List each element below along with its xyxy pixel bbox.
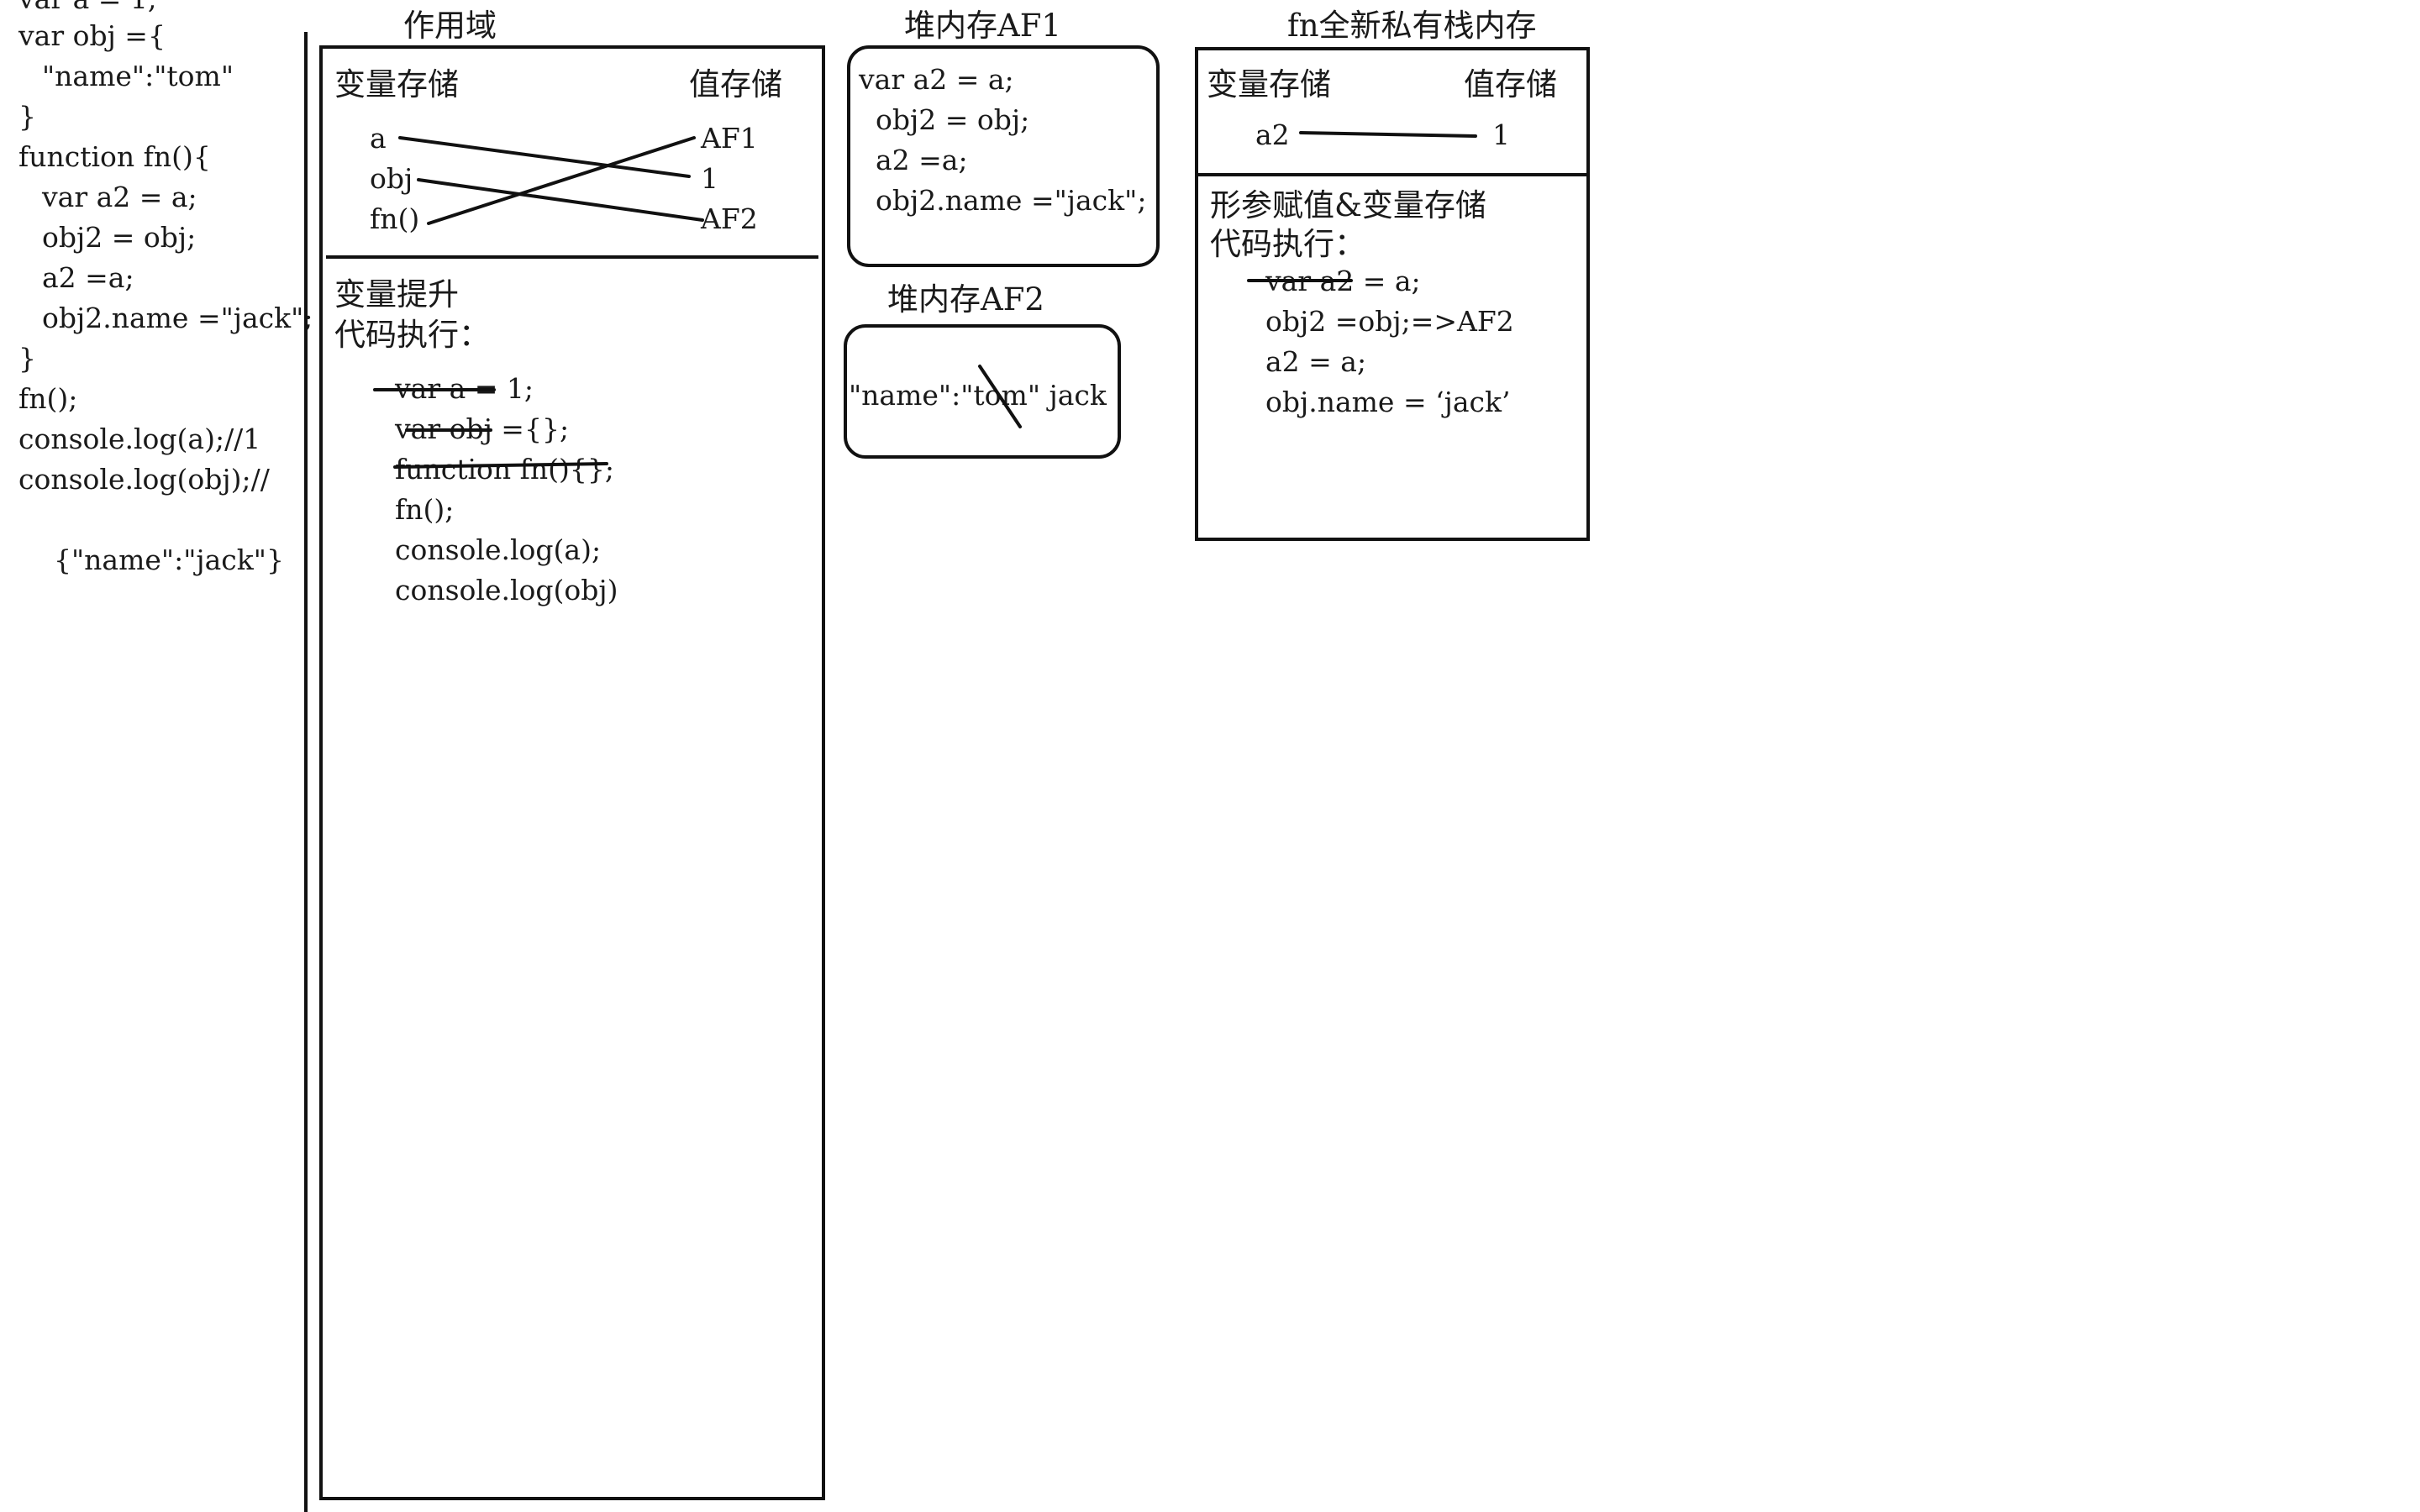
heap-af2-content: "name":"tom" jack: [849, 381, 1107, 409]
fn-exec-line: obj2 =obj;=>AF2: [1265, 305, 1514, 338]
fn-stack-divider: [1198, 173, 1586, 176]
console-result: {"name":"jack"}: [54, 543, 284, 576]
divider: [304, 32, 308, 1512]
fn-val-store-label: 值存储: [1464, 66, 1557, 102]
code-line: fn();: [18, 382, 78, 415]
heap-af1-line: obj2 = obj;: [876, 103, 1030, 136]
fn-exec-line: var a2 = a;: [1265, 265, 1421, 297]
scope-exec-line: var obj ={};: [395, 412, 570, 445]
heap-af1-line: obj2.name ="jack";: [876, 184, 1147, 217]
code-line: obj2 = obj;: [42, 221, 197, 254]
heap-af1-line: var a2 = a;: [859, 63, 1014, 96]
code-line: function fn(){: [18, 140, 211, 173]
scope-val-store-label: 值存储: [689, 66, 782, 102]
code-line: var obj ={: [18, 19, 166, 52]
heap-af2-text: "name":"to: [849, 379, 1002, 412]
fn-exec-label: 代码执行：: [1210, 226, 1365, 262]
fn-val: 1: [1492, 118, 1510, 151]
fn-stack-title: fn全新私有栈内存: [1287, 8, 1537, 44]
fn-var: a2: [1255, 118, 1290, 151]
code-line: console.log(obj);//: [18, 463, 270, 496]
scope-exec-label: 代码执行：: [334, 317, 490, 353]
scope-var: fn(): [370, 202, 420, 235]
fn-exec-line: obj.name = ‘jack’: [1265, 386, 1511, 418]
scope-exec-line: var a = 1;: [395, 372, 534, 405]
scope-box: [319, 45, 825, 1500]
scope-title: 作用域: [403, 8, 497, 44]
scope-var-store-label: 变量存储: [334, 66, 459, 102]
scope-exec-line: function fn(){};: [395, 453, 614, 486]
param-label: 形参赋值&变量存储: [1210, 187, 1486, 223]
heap-af2-title: 堆内存AF2: [887, 281, 1044, 318]
hoist-label: 变量提升: [334, 276, 459, 312]
code-line: "name":"tom": [42, 60, 234, 92]
scope-val: AF1: [701, 122, 758, 155]
scope-exec-line: console.log(a);: [395, 533, 602, 566]
heap-af1-line: a2 =a;: [876, 144, 968, 176]
code-line: obj2.name ="jack";: [42, 302, 313, 334]
code-line: console.log(a);//1: [18, 423, 261, 455]
scope-var: a: [370, 122, 387, 155]
code-line: var a2 = a;: [42, 181, 197, 213]
scope-divider: [326, 255, 818, 259]
heap-af1-title: 堆内存AF1: [904, 8, 1061, 44]
heap-af2-struck-text: m: [1001, 379, 1028, 412]
fn-var-store-label: 变量存储: [1207, 66, 1331, 102]
scope-exec-line: console.log(obj): [395, 574, 618, 606]
code-line: a2 =a;: [42, 261, 134, 294]
heap-af2-text-after: " jack: [1027, 379, 1107, 412]
scope-var: obj: [370, 162, 413, 195]
fn-exec-line: a2 = a;: [1265, 345, 1367, 378]
scope-val: 1: [701, 162, 718, 195]
scope-exec-line: fn();: [395, 493, 455, 526]
code-line: var a = 1;: [18, 0, 157, 13]
code-line: }: [18, 100, 36, 133]
scope-val: AF2: [701, 202, 758, 235]
code-line: }: [18, 342, 36, 375]
